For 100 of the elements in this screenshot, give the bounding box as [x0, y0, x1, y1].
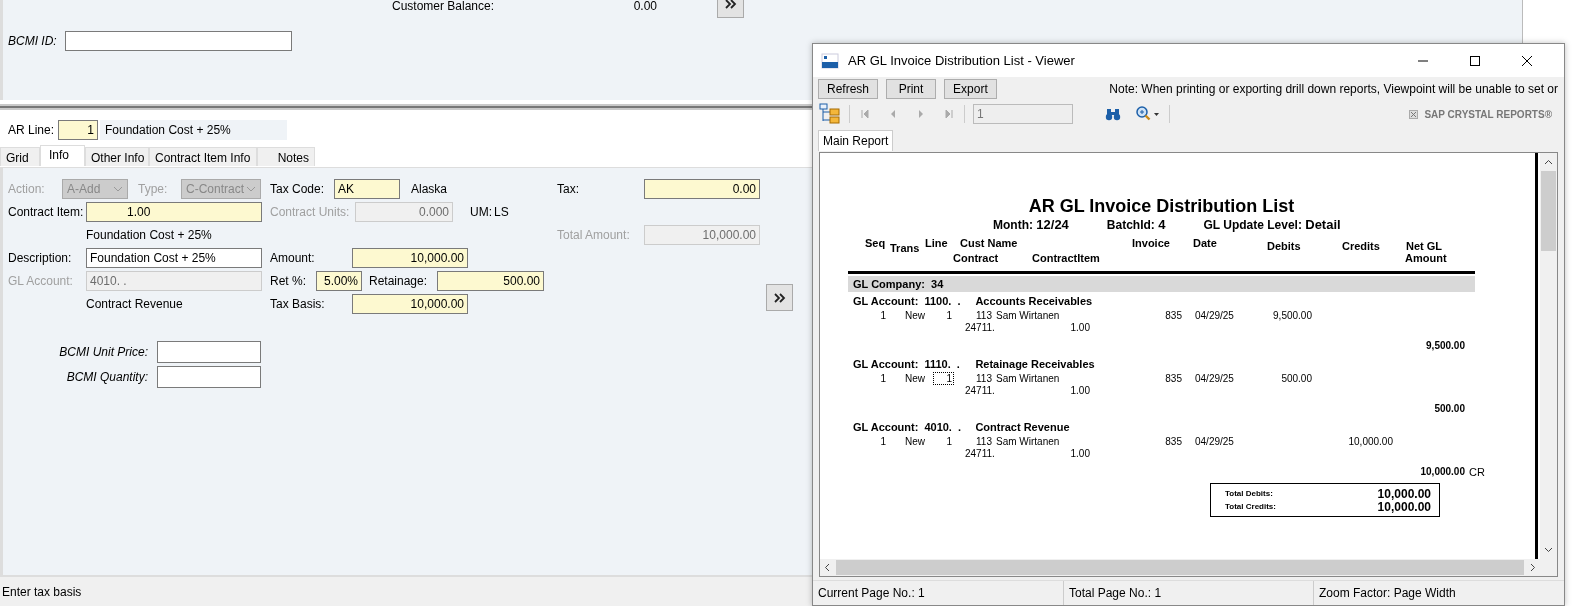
field-label: Type:	[138, 181, 169, 196]
field-label: BCMI Unit Price:	[58, 345, 149, 359]
column-header: Amount	[1405, 252, 1447, 264]
tree-icon[interactable]	[819, 103, 841, 125]
table-cell-text: 113	[975, 373, 992, 384]
column-header: Invoice	[1132, 237, 1170, 249]
tab[interactable]: Other Info	[85, 147, 149, 166]
column-header: Trans	[890, 242, 920, 256]
status-text: Enter tax basis	[2, 584, 82, 599]
close-icon[interactable]	[1521, 54, 1533, 67]
column-header: ContractItem	[1032, 252, 1100, 264]
horizontal-scrollbar[interactable]	[820, 559, 1540, 576]
input-field[interactable]	[157, 366, 261, 388]
total-label: Total Credits:	[1225, 502, 1276, 511]
input-field[interactable]: Foundation Cost + 25%	[86, 247, 262, 268]
account-total: 9,500.00	[1425, 340, 1465, 351]
field-label: BCMI ID:	[8, 34, 58, 48]
table-cell-text: 835	[1164, 310, 1182, 321]
vertical-scrollbar[interactable]	[1540, 153, 1557, 559]
table-cell[interactable]: 1	[944, 435, 954, 448]
table-cell-text: New	[904, 436, 926, 447]
table-cell-text: 1.00	[1069, 385, 1090, 397]
account-label: GL Account:	[853, 421, 919, 435]
table-cell-text: 04/29/25	[1194, 436, 1235, 447]
table-cell-text: 04/29/25	[1194, 310, 1235, 321]
field-label: GL Account:	[8, 273, 74, 288]
input-field[interactable]: AK	[334, 178, 400, 199]
total-label: Total Debits:	[1225, 489, 1273, 498]
account-name: Contract Revenue	[975, 421, 1070, 435]
table-cell-text: New	[904, 373, 926, 384]
company-band: GL Company: 34	[848, 276, 1475, 292]
input-field[interactable]: 10,000.00	[352, 247, 468, 268]
column-header: Cust Name	[960, 237, 1018, 249]
tab[interactable]: Notes	[257, 147, 315, 166]
table-cell[interactable]: 1	[944, 309, 954, 322]
column-header: Contract	[953, 252, 999, 264]
tab[interactable]: Info	[40, 145, 85, 166]
unit-value: LS	[494, 204, 509, 219]
scroll-thumb[interactable]	[836, 560, 1524, 575]
report-parameter: BatchId: 4	[1106, 217, 1166, 232]
field-label: Amount:	[270, 250, 316, 265]
input-field[interactable]: 500.00	[437, 270, 544, 291]
tab[interactable]: Grid	[0, 147, 40, 166]
column-header: Date	[1193, 237, 1217, 249]
table-cell-text: 1	[879, 436, 886, 447]
input-field[interactable]: 5.00%	[316, 270, 362, 291]
table-cell-text: 1	[879, 310, 886, 321]
field-label: Description:	[8, 250, 73, 265]
table-cell-text: 113	[975, 436, 992, 447]
tax-code-name: Alaska	[411, 181, 448, 196]
zoom-icon[interactable]	[1135, 106, 1161, 122]
scroll-down-icon[interactable]	[1544, 547, 1553, 553]
input-field[interactable]: 10,000.00	[352, 293, 468, 314]
table-cell-text: 1	[879, 373, 886, 384]
table-cell-text: 835	[1164, 436, 1182, 447]
input-field[interactable]: 1	[58, 120, 98, 140]
input-field[interactable]	[65, 31, 292, 51]
field-label: UM:	[470, 204, 493, 219]
account-name: Contract Revenue	[86, 296, 184, 311]
field-label: Tax Code:	[270, 181, 326, 196]
table-cell[interactable]: 1	[933, 372, 954, 385]
field-label: Customer Balance:	[392, 0, 496, 13]
page-number-field[interactable]: 1	[973, 104, 1073, 124]
account-label: GL Account:	[853, 358, 919, 372]
report-app-icon	[821, 52, 839, 69]
double-chevron-icon	[723, 0, 738, 9]
table-cell-text: 24711.	[965, 385, 996, 397]
scroll-thumb[interactable]	[1541, 171, 1556, 251]
expand-button[interactable]	[766, 284, 793, 311]
table-cell-text: Sam Wirtanen	[995, 373, 1061, 384]
report-title: AR GL Invoice Distribution List	[1027, 196, 1296, 217]
table-cell-text: 1.00	[1069, 448, 1090, 460]
maximize-icon[interactable]	[1469, 54, 1481, 67]
table-cell-text: 113	[975, 310, 992, 321]
binoculars-icon[interactable]	[1105, 107, 1121, 121]
caret-icon	[246, 185, 256, 192]
field-label: Tax:	[557, 181, 580, 196]
toolbar-button[interactable]: Print	[886, 79, 937, 99]
account-name: Retainage Receivables	[975, 358, 1095, 372]
table-cell-text: 24711.	[965, 322, 996, 334]
input-field[interactable]: 1.00	[86, 201, 262, 222]
column-header: Net GL	[1406, 240, 1443, 252]
toolbar-button[interactable]: Export	[944, 79, 997, 99]
toolbar-button[interactable]: Refresh	[818, 79, 879, 99]
table-cell: 9,500.00	[1273, 310, 1312, 321]
table-cell-text: New	[904, 310, 926, 321]
input-field[interactable]: 0.00	[644, 178, 760, 199]
report-parameter: GL Update Level: Detail	[1203, 217, 1341, 232]
tab[interactable]: Contract Item Info	[149, 147, 257, 166]
scroll-left-icon[interactable]	[824, 563, 830, 572]
brand-text: SAP CRYSTAL REPORTS®	[1424, 108, 1552, 120]
status-text: Current Page No.: 1	[813, 581, 1064, 605]
input-field[interactable]	[157, 341, 261, 363]
scroll-up-icon[interactable]	[1544, 159, 1553, 165]
item-description: Foundation Cost + 25%	[86, 227, 213, 242]
table-cell-text: Sam Wirtanen	[995, 310, 1061, 321]
tab[interactable]: Main Report	[818, 130, 894, 151]
total-value: 10,000.00	[1377, 486, 1431, 501]
field-label: Retainage:	[369, 273, 429, 288]
scroll-right-icon[interactable]	[1530, 563, 1536, 572]
